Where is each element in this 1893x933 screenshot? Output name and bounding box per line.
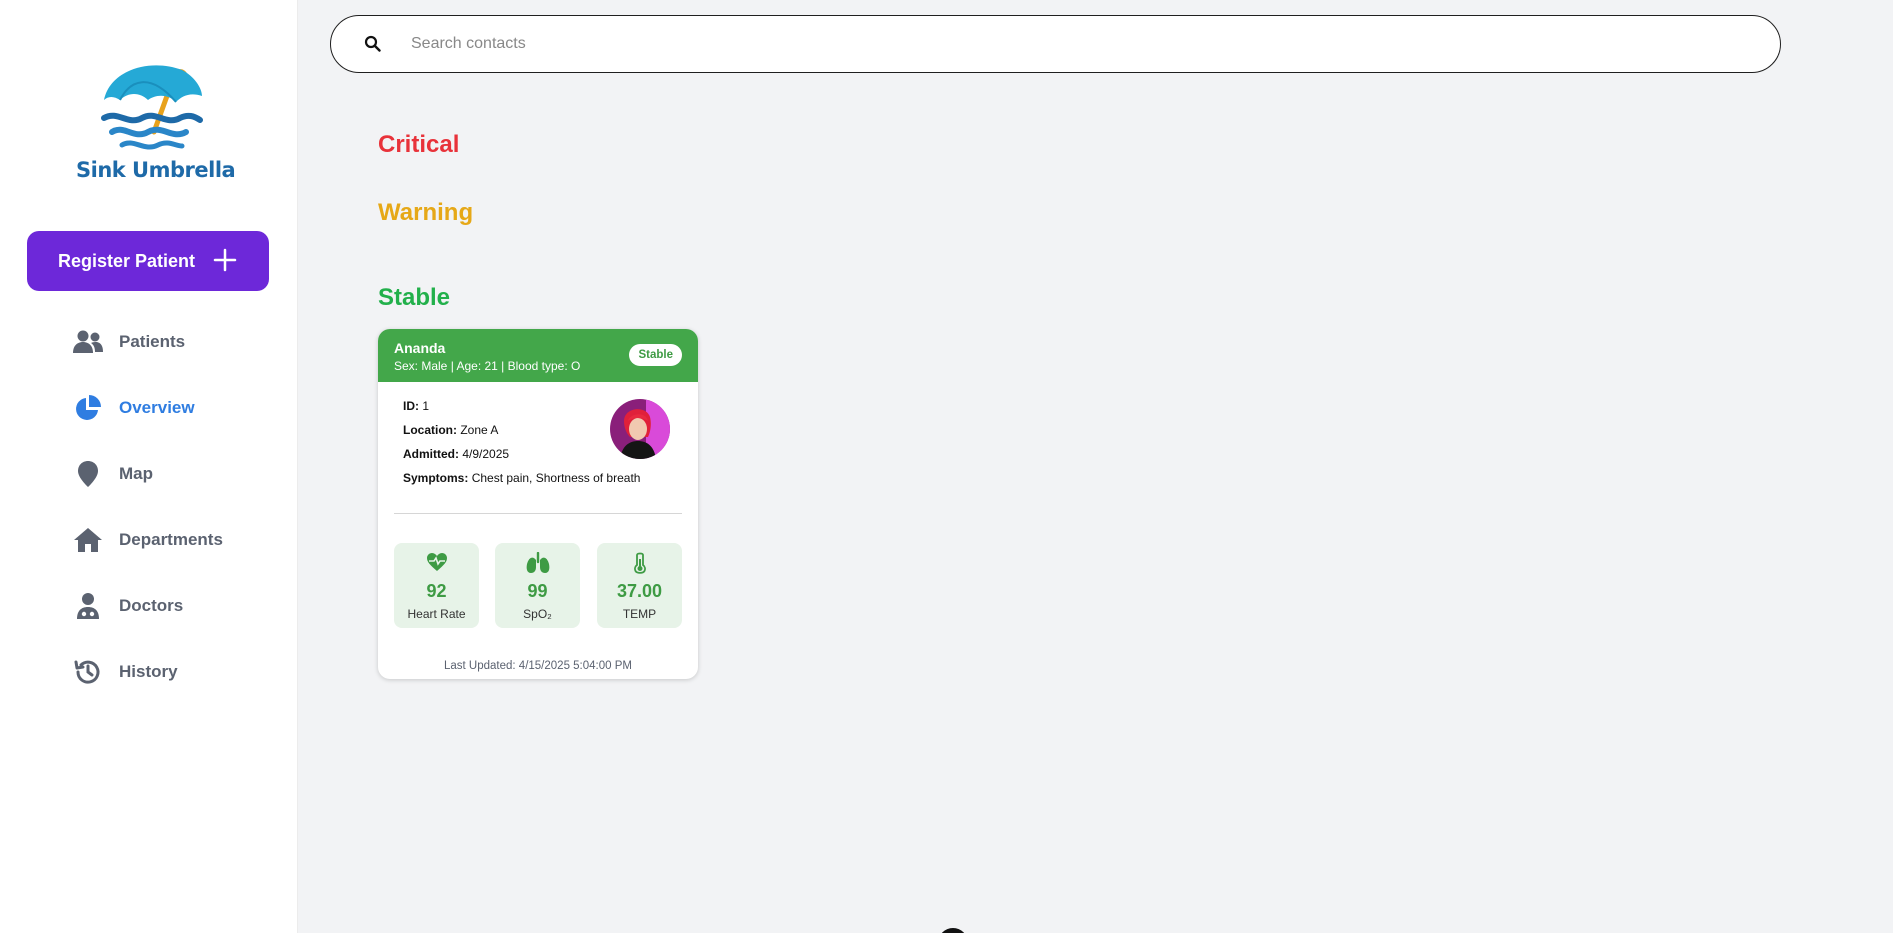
thermometer-icon bbox=[597, 552, 682, 574]
sidebar-item-label: Doctors bbox=[119, 596, 184, 615]
pie-chart-icon bbox=[72, 392, 104, 424]
brand-logo[interactable]: Sink Umbrella bbox=[70, 40, 236, 185]
avatar bbox=[610, 399, 670, 459]
map-pin-icon bbox=[72, 458, 104, 490]
sidebar-item-patients[interactable]: Patients bbox=[72, 322, 185, 362]
temp-label: TEMP bbox=[622, 607, 657, 621]
history-icon bbox=[72, 656, 104, 688]
info-admitted-label: Admitted: bbox=[403, 447, 459, 461]
sidebar: Sink Umbrella Register Patient Patients … bbox=[0, 0, 298, 933]
plus-icon bbox=[213, 248, 237, 272]
sidebar-item-label: Map bbox=[119, 464, 153, 483]
info-admitted: Admitted: 4/9/2025 bbox=[403, 447, 640, 471]
register-patient-button[interactable]: Register Patient bbox=[27, 231, 269, 291]
sidebar-item-history[interactable]: History bbox=[72, 652, 178, 692]
home-icon bbox=[72, 524, 104, 556]
sidebar-item-doctors[interactable]: Doctors bbox=[72, 586, 183, 626]
spo2-value: 99 bbox=[527, 581, 548, 601]
sidebar-item-label: Patients bbox=[119, 332, 186, 351]
section-critical-title: Critical bbox=[378, 131, 460, 158]
section-stable-title: Stable bbox=[378, 284, 451, 311]
brand-name: Sink Umbrella bbox=[76, 158, 236, 182]
register-patient-label: Register Patient bbox=[58, 250, 196, 271]
search-icon[interactable] bbox=[364, 35, 381, 52]
vital-heart-rate: 92 Heart Rate bbox=[394, 543, 479, 628]
info-location: Location: Zone A bbox=[403, 423, 640, 447]
heart-rate-label: Heart Rate bbox=[407, 607, 466, 621]
heart-pulse-icon bbox=[394, 552, 479, 574]
spo2-label: SpO₂ bbox=[523, 607, 552, 621]
vital-spo2: 99 SpO₂ bbox=[495, 543, 580, 628]
floating-handle[interactable] bbox=[938, 928, 968, 933]
heart-rate-value: 92 bbox=[426, 581, 447, 601]
users-icon bbox=[72, 326, 104, 358]
info-admitted-value: 4/9/2025 bbox=[462, 447, 510, 461]
info-location-value: Zone A bbox=[460, 423, 499, 437]
sidebar-item-departments[interactable]: Departments bbox=[72, 520, 223, 560]
info-id-value: 1 bbox=[422, 399, 430, 413]
sidebar-item-overview[interactable]: Overview bbox=[72, 388, 195, 428]
lungs-icon bbox=[495, 552, 580, 574]
section-warning-title: Warning bbox=[378, 199, 474, 226]
patient-card-header: Ananda Sex: Male | Age: 21 | Blood type:… bbox=[378, 329, 698, 382]
umbrella-waves-icon bbox=[101, 65, 203, 150]
search-input[interactable] bbox=[411, 26, 1731, 62]
sidebar-item-map[interactable]: Map bbox=[72, 454, 153, 494]
sidebar-item-label: History bbox=[119, 662, 178, 681]
info-symptoms-label: Symptoms: bbox=[403, 471, 469, 485]
info-location-label: Location: bbox=[403, 423, 457, 437]
doctor-icon bbox=[72, 590, 104, 622]
info-id-label: ID: bbox=[403, 399, 419, 413]
info-id: ID: 1 bbox=[403, 399, 640, 423]
info-symptoms: Symptoms: Chest pain, Shortness of breat… bbox=[403, 471, 640, 495]
search-bar[interactable] bbox=[330, 15, 1781, 73]
info-symptoms-value: Chest pain, Shortness of breath bbox=[471, 471, 641, 485]
sidebar-item-label: Overview bbox=[119, 398, 195, 417]
vital-temp: 37.00 TEMP bbox=[597, 543, 682, 628]
last-updated: Last Updated: 4/15/2025 5:04:00 PM bbox=[444, 660, 632, 672]
card-divider bbox=[394, 513, 682, 514]
status-badge: Stable bbox=[629, 344, 682, 366]
temp-value: 37.00 bbox=[616, 581, 663, 601]
patient-info: ID: 1 Location: Zone A Admitted: 4/9/202… bbox=[403, 399, 640, 495]
patient-card[interactable]: Ananda Sex: Male | Age: 21 | Blood type:… bbox=[378, 329, 698, 679]
sidebar-item-label: Departments bbox=[119, 530, 223, 549]
